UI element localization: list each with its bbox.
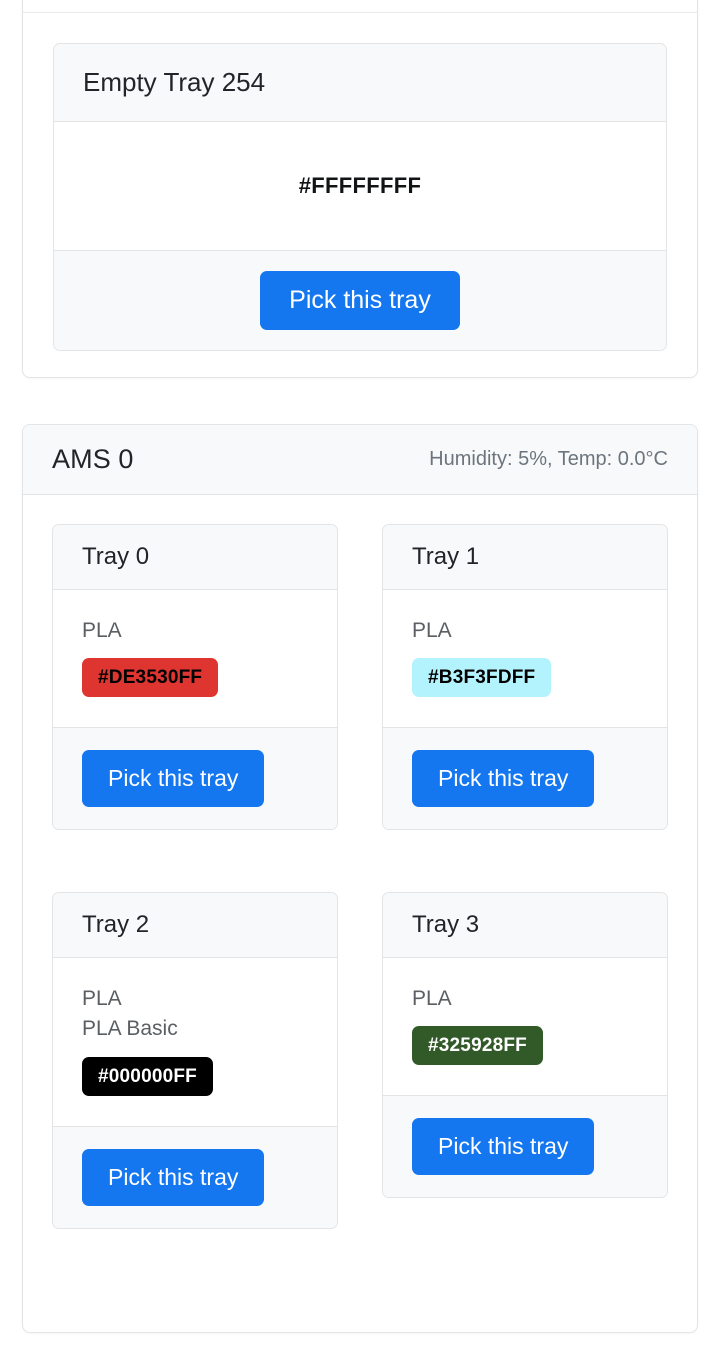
tray-card-body: PLA #325928FF [383,958,667,1096]
tray-card-footer: Pick this tray [383,727,667,830]
tray-card-header: Tray 0 [53,525,337,590]
tray-card-footer: Pick this tray [53,1125,337,1228]
tray-title: Tray 3 [412,911,480,939]
tray-card-footer: Pick this tray [53,727,337,830]
tray-card-header: Tray 1 [383,525,667,590]
tray-title: Tray 2 [82,911,150,939]
panel-top-strip [23,0,697,13]
empty-tray-panel: Empty Tray 254 #FFFFFFFF Pick this tray [22,0,698,378]
tray-material: PLA [412,619,452,642]
tray-card: Tray 1 PLA #B3F3FDFF Pick this tray [382,524,668,831]
pick-this-tray-button[interactable]: Pick this tray [82,750,265,808]
ams-panel-body: Tray 0 PLA #DE3530FF Pick this tray Tray… [23,495,697,1258]
empty-tray-panel-body: Empty Tray 254 #FFFFFFFF Pick this tray [53,13,667,351]
empty-tray-card-body: #FFFFFFFF [54,122,666,250]
tray-card-body: PLA #DE3530FF [53,590,337,728]
empty-tray-card-footer: Pick this tray [54,250,666,350]
tray-color-swatch: #000000FF [82,1056,213,1096]
tray-color-swatch: #DE3530FF [82,658,219,698]
tray-card: Tray 0 PLA #DE3530FF Pick this tray [52,524,338,831]
tray-card: Tray 3 PLA #325928FF Pick this tray [382,892,668,1199]
empty-tray-card-header: Empty Tray 254 [54,44,666,122]
tray-color-swatch: #B3F3FDFF [412,658,552,698]
tray-color-swatch: #325928FF [412,1026,543,1066]
tray-title: Tray 0 [82,543,150,570]
pick-this-tray-button[interactable]: Pick this tray [412,750,595,808]
tray-sub-material: PLA Basic [82,1017,178,1041]
ams-title: AMS 0 [52,444,134,474]
pick-this-tray-button-empty[interactable]: Pick this tray [260,271,460,330]
ams-status-text: Humidity: 5%, Temp: 0.0°C [429,448,668,470]
empty-tray-color-hex: #FFFFFFFF [298,173,422,198]
tray-title: Tray 1 [412,543,480,570]
tray-grid: Tray 0 PLA #DE3530FF Pick this tray Tray… [52,524,668,1229]
ams-panel: AMS 0 Humidity: 5%, Temp: 0.0°C Tray 0 P… [22,424,698,1333]
tray-card-body: PLA PLA Basic #000000FF [53,958,337,1126]
empty-tray-title: Empty Tray 254 [83,67,266,97]
tray-card-header: Tray 2 [53,893,337,959]
pick-this-tray-button[interactable]: Pick this tray [412,1118,595,1176]
tray-card-header: Tray 3 [383,893,667,959]
tray-card-body: PLA #B3F3FDFF [383,590,667,728]
page-root: Empty Tray 254 #FFFFFFFF Pick this tray … [0,0,720,1346]
ams-panel-header: AMS 0 Humidity: 5%, Temp: 0.0°C [23,425,697,495]
tray-material: PLA [412,987,452,1011]
tray-card-footer: Pick this tray [383,1095,667,1198]
tray-material: PLA [82,987,122,1011]
tray-card: Tray 2 PLA PLA Basic #000000FF Pick this… [52,892,338,1229]
empty-tray-card: Empty Tray 254 #FFFFFFFF Pick this tray [53,43,667,351]
pick-this-tray-button[interactable]: Pick this tray [82,1148,265,1206]
tray-material: PLA [82,619,122,642]
